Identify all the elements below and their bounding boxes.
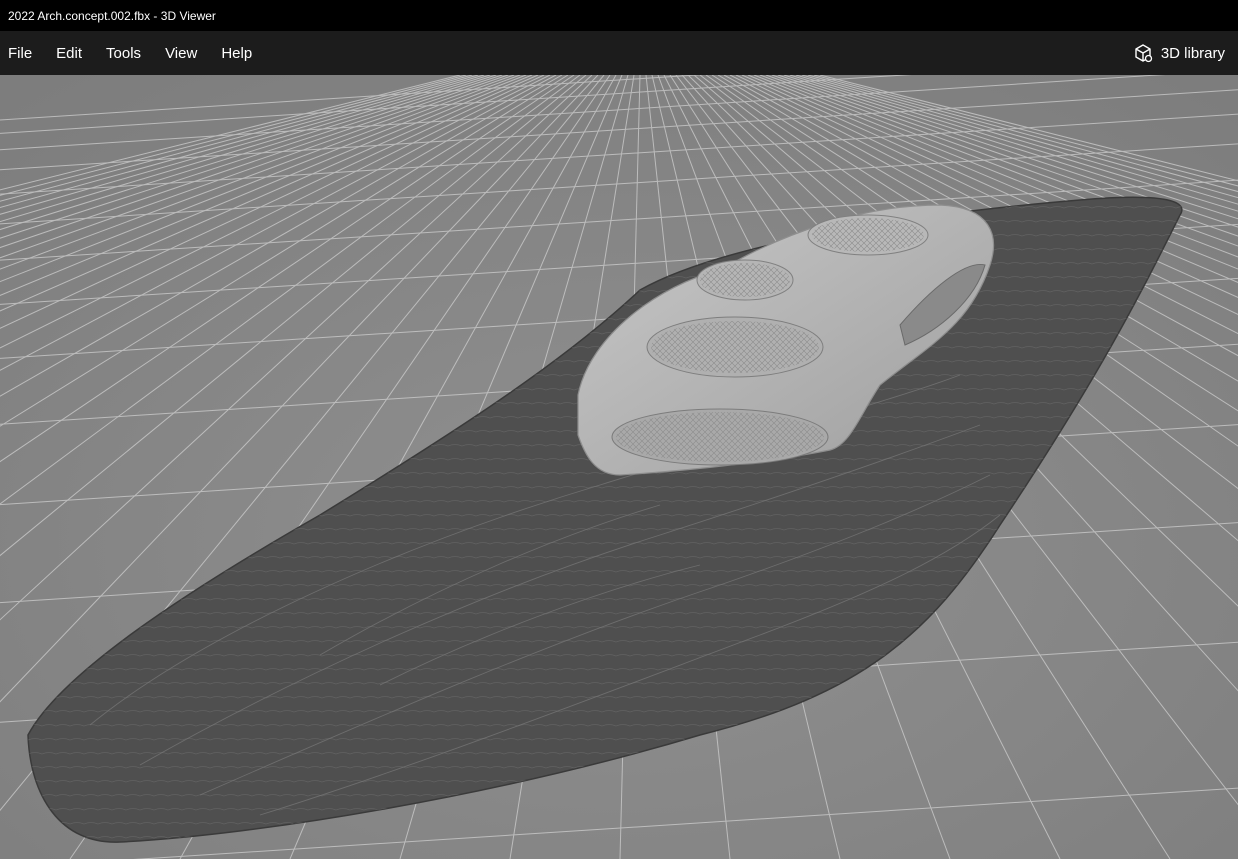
cube-icon bbox=[1133, 43, 1153, 63]
model-top-recess-right-mesh bbox=[812, 218, 924, 252]
3d-viewport[interactable] bbox=[0, 75, 1238, 859]
menu-tools[interactable]: Tools bbox=[98, 31, 149, 75]
model-top-recess-left-mesh bbox=[700, 263, 790, 297]
menu-edit[interactable]: Edit bbox=[48, 31, 90, 75]
window-titlebar: 2022 Arch.concept.002.fbx - 3D Viewer bbox=[0, 0, 1238, 31]
window-title: 2022 Arch.concept.002.fbx - 3D Viewer bbox=[8, 8, 216, 23]
model-mid-recess-mesh bbox=[651, 321, 819, 373]
menu-view[interactable]: View bbox=[157, 31, 205, 75]
menu-file[interactable]: File bbox=[0, 31, 40, 75]
3d-library-label: 3D library bbox=[1160, 44, 1225, 62]
menu-help[interactable]: Help bbox=[213, 31, 260, 75]
menu-bar: File Edit Tools View Help 3D library bbox=[0, 31, 1238, 75]
model-front-recess-mesh bbox=[616, 412, 824, 462]
3d-library-button[interactable]: 3D library bbox=[1133, 31, 1238, 75]
